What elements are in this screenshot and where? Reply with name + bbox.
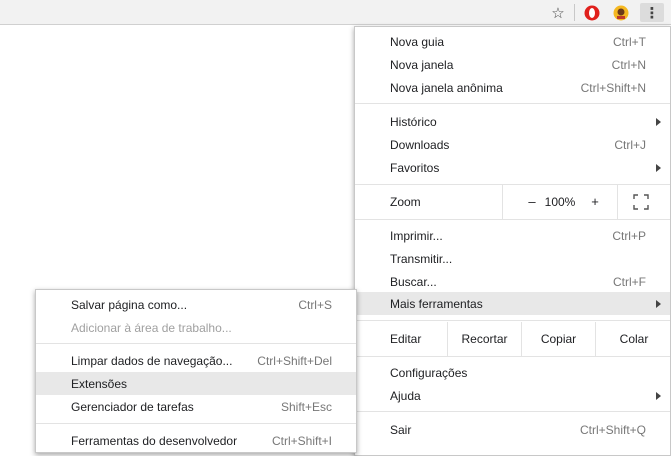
- menu-item-shortcut: Ctrl+F: [613, 274, 646, 289]
- chevron-right-icon: [656, 299, 661, 308]
- menu-item-find[interactable]: Buscar... Ctrl+F: [355, 270, 670, 293]
- menu-divider: [355, 320, 670, 321]
- zoom-in-button[interactable]: +: [585, 185, 605, 219]
- chevron-right-icon: [656, 163, 661, 172]
- menu-item-label: Ferramentas do desenvolvedor: [71, 433, 238, 448]
- zoom-row: Zoom – 100% +: [355, 185, 670, 219]
- extension-icon[interactable]: [611, 3, 630, 22]
- menu-item-incognito[interactable]: Nova janela anônima Ctrl+Shift+N: [355, 76, 670, 99]
- menu-item-label: Salvar página como...: [71, 297, 188, 312]
- menu-item-label: Favoritos: [390, 160, 440, 175]
- menu-item-label: Transmitir...: [390, 251, 453, 266]
- menu-item-bookmarks[interactable]: Favoritos: [355, 156, 670, 179]
- menu-item-shortcut: Ctrl+Shift+I: [271, 433, 332, 448]
- fullscreen-icon: [633, 194, 649, 210]
- toolbar-separator: [574, 4, 575, 21]
- menu-item-label: Nova janela anônima: [390, 80, 503, 95]
- submenu-item-dev-tools[interactable]: Ferramentas do desenvolvedor Ctrl+Shift+…: [36, 429, 356, 452]
- fullscreen-button[interactable]: [617, 185, 671, 219]
- submenu-item-task-manager[interactable]: Gerenciador de tarefas Shift+Esc: [36, 395, 356, 418]
- menu-item-exit[interactable]: Sair Ctrl+Shift+Q: [355, 418, 670, 441]
- zoom-value: 100%: [544, 195, 576, 209]
- menu-item-settings[interactable]: Configurações: [355, 361, 670, 384]
- submenu-item-extensions[interactable]: Extensões: [36, 372, 356, 395]
- menu-item-shortcut: Ctrl+J: [614, 137, 646, 152]
- copy-button[interactable]: Copiar: [521, 322, 595, 356]
- menu-item-shortcut: Ctrl+P: [612, 228, 646, 243]
- cut-button[interactable]: Recortar: [447, 322, 521, 356]
- more-tools-submenu: Salvar página como... Ctrl+S Adicionar à…: [35, 289, 357, 453]
- menu-item-help[interactable]: Ajuda: [355, 384, 670, 407]
- menu-item-print[interactable]: Imprimir... Ctrl+P: [355, 224, 670, 247]
- menu-item-label: Imprimir...: [390, 228, 443, 243]
- menu-item-new-window[interactable]: Nova janela Ctrl+N: [355, 53, 670, 76]
- menu-item-label: Nova guia: [390, 34, 445, 49]
- menu-item-shortcut: Ctrl+Shift+Del: [257, 353, 332, 368]
- menu-item-shortcut: Ctrl+N: [611, 57, 646, 72]
- submenu-item-save-page[interactable]: Salvar página como... Ctrl+S: [36, 293, 356, 316]
- edit-label: Editar: [390, 332, 422, 346]
- menu-divider: [36, 423, 356, 424]
- menu-item-label: Mais ferramentas: [390, 296, 483, 311]
- star-icon[interactable]: ☆: [549, 3, 567, 22]
- menu-divider: [36, 343, 356, 344]
- menu-item-label: Configurações: [390, 365, 468, 380]
- menu-divider: [355, 411, 670, 412]
- chevron-right-icon: [656, 391, 661, 400]
- menu-item-shortcut: Ctrl+T: [613, 34, 646, 49]
- menu-item-label: Buscar...: [390, 274, 437, 289]
- menu-item-shortcut: Ctrl+S: [298, 297, 332, 312]
- zoom-label: Zoom: [390, 195, 421, 209]
- menu-item-shortcut: Ctrl+Shift+Q: [579, 422, 646, 437]
- kebab-menu-icon[interactable]: ⋮: [640, 3, 664, 22]
- menu-item-label: Limpar dados de navegação...: [71, 353, 233, 368]
- opera-icon[interactable]: [582, 3, 601, 22]
- paste-button[interactable]: Colar: [595, 322, 671, 356]
- menu-divider: [355, 103, 670, 104]
- menu-item-label: Histórico: [390, 114, 437, 129]
- menu-item-label: Downloads: [390, 137, 450, 152]
- menu-item-shortcut: Ctrl+Shift+N: [580, 80, 646, 95]
- chrome-main-menu: Nova guia Ctrl+T Nova janela Ctrl+N Nova…: [354, 26, 671, 456]
- browser-toolbar: ☆ ⋮: [0, 0, 671, 25]
- menu-item-label: Sair: [390, 422, 412, 437]
- menu-divider: [355, 356, 670, 357]
- menu-item-more-tools[interactable]: Mais ferramentas: [355, 292, 670, 315]
- menu-item-label: Adicionar à área de trabalho...: [71, 320, 232, 335]
- chevron-right-icon: [656, 117, 661, 126]
- menu-item-history[interactable]: Histórico: [355, 110, 670, 133]
- menu-item-shortcut: Shift+Esc: [280, 399, 332, 414]
- menu-item-label: Gerenciador de tarefas: [71, 399, 194, 414]
- submenu-item-clear-data[interactable]: Limpar dados de navegação... Ctrl+Shift+…: [36, 349, 356, 372]
- submenu-item-add-to-desktop: Adicionar à área de trabalho...: [36, 316, 356, 339]
- menu-divider: [355, 219, 670, 220]
- menu-item-new-tab[interactable]: Nova guia Ctrl+T: [355, 30, 670, 53]
- menu-item-label: Nova janela: [390, 57, 454, 72]
- menu-item-cast[interactable]: Transmitir...: [355, 247, 670, 270]
- edit-row: Editar Recortar Copiar Colar: [355, 322, 670, 356]
- menu-item-label: Extensões: [71, 376, 128, 391]
- menu-item-label: Ajuda: [390, 388, 421, 403]
- menu-item-downloads[interactable]: Downloads Ctrl+J: [355, 133, 670, 156]
